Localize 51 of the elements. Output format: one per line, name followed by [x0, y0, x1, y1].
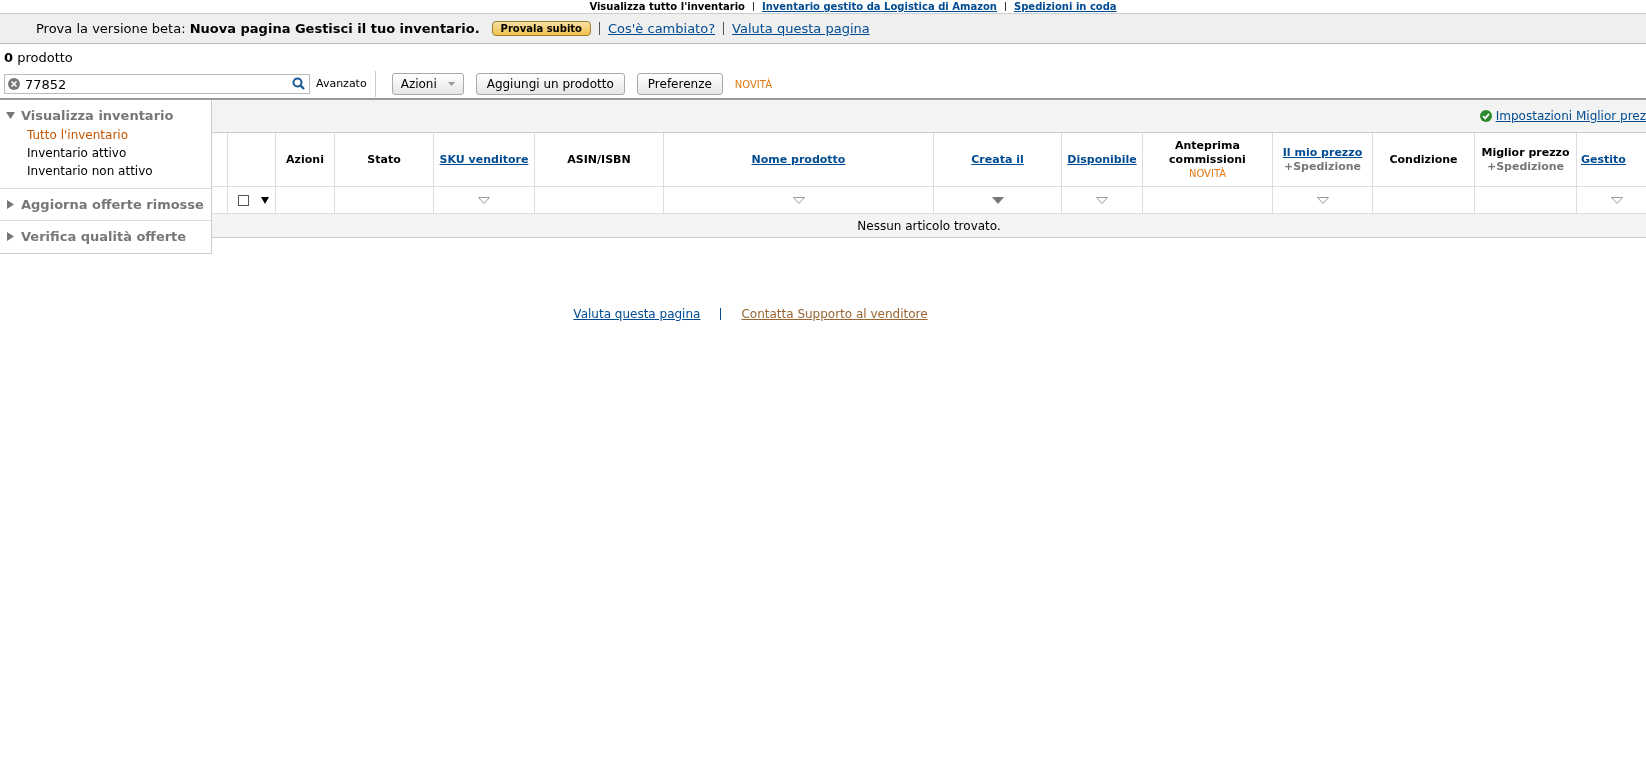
sort-triangle-icon[interactable] — [1316, 196, 1329, 204]
add-product-button[interactable]: Aggiungi un prodotto — [475, 73, 625, 95]
beta-link[interactable]: Cos'è cambiato? — [608, 18, 716, 39]
preferences-button[interactable]: Preferenze — [636, 73, 723, 95]
nav-link[interactable]: Spedizioni in coda — [1014, 0, 1117, 13]
sort-triangle-icon[interactable] — [991, 196, 1004, 204]
footer-link[interactable]: Valuta questa pagina — [573, 304, 701, 323]
beta-link[interactable]: Valuta questa pagina — [732, 18, 870, 39]
nav-item[interactable]: Visualizza tutto l'inventario — [589, 0, 745, 13]
column-header[interactable]: SKU venditore — [434, 133, 534, 187]
try-now-button[interactable]: Provala subito — [491, 21, 591, 36]
sidebar-section-header[interactable]: Aggiorna offerte rimosse — [6, 194, 205, 214]
collapsed-caret-icon — [6, 232, 15, 242]
column-header: Azioni — [276, 133, 334, 187]
column-header: ASIN/ISBN — [535, 133, 663, 187]
column-header[interactable]: Creata il — [934, 133, 1061, 187]
column-header: Condizione — [1373, 133, 1474, 187]
search-field[interactable]: 77852 — [4, 74, 310, 94]
sort-triangle-icon[interactable] — [478, 196, 490, 204]
sidebar-section-header[interactable]: Verifica qualità offerte — [6, 227, 205, 247]
new-tag: NOVITÀ — [734, 76, 772, 92]
column-header[interactable]: Gestito — [1577, 133, 1646, 187]
footer-link[interactable]: Contatta Supporto al venditore — [741, 304, 928, 323]
sidebar-item[interactable]: Inventario non attivo — [6, 161, 205, 180]
sidebar-item[interactable]: Tutto l'inventario — [6, 125, 205, 144]
sidebar-section-header[interactable]: Visualizza inventario — [6, 106, 205, 126]
sort-triangle-icon[interactable] — [1096, 196, 1108, 204]
clear-icon[interactable] — [8, 78, 20, 90]
dropdown-caret-icon — [447, 82, 455, 86]
column-header: Stato — [335, 133, 433, 187]
dropdown-caret-icon[interactable] — [261, 196, 269, 204]
column-header: Anteprima commissioni NOVITÀ — [1143, 133, 1272, 187]
product-count: 0 prodotto — [4, 50, 73, 65]
column-header: Miglior prezzo +Spedizione — [1475, 133, 1576, 187]
select-all-checkbox[interactable] — [238, 194, 249, 206]
sort-triangle-icon[interactable] — [792, 196, 805, 204]
collapsed-caret-icon — [6, 199, 15, 209]
best-price-settings-link[interactable]: Impostazioni Miglior prez — [1495, 107, 1646, 125]
column-header[interactable]: Il mio prezzo +Spedizione — [1273, 133, 1372, 187]
advanced-link[interactable]: Avanzato — [316, 71, 376, 97]
actions-dropdown[interactable]: Azioni — [391, 73, 464, 95]
column-header[interactable]: Disponibile — [1062, 133, 1142, 187]
sort-triangle-icon[interactable] — [1610, 196, 1623, 204]
search-icon[interactable] — [292, 77, 305, 90]
empty-message: Nessun articolo trovato. — [857, 217, 1001, 235]
expanded-caret-icon — [6, 111, 15, 121]
nav-link[interactable]: Inventario gestito da Logistica di Amazon — [761, 0, 997, 13]
check-icon — [1479, 110, 1492, 122]
sidebar-item[interactable]: Inventario attivo — [6, 143, 205, 162]
column-header[interactable]: Nome prodotto — [664, 133, 933, 187]
beta-text: Prova la versione beta: Nuova pagina Gestisci il tuo inventario. — [36, 19, 480, 38]
